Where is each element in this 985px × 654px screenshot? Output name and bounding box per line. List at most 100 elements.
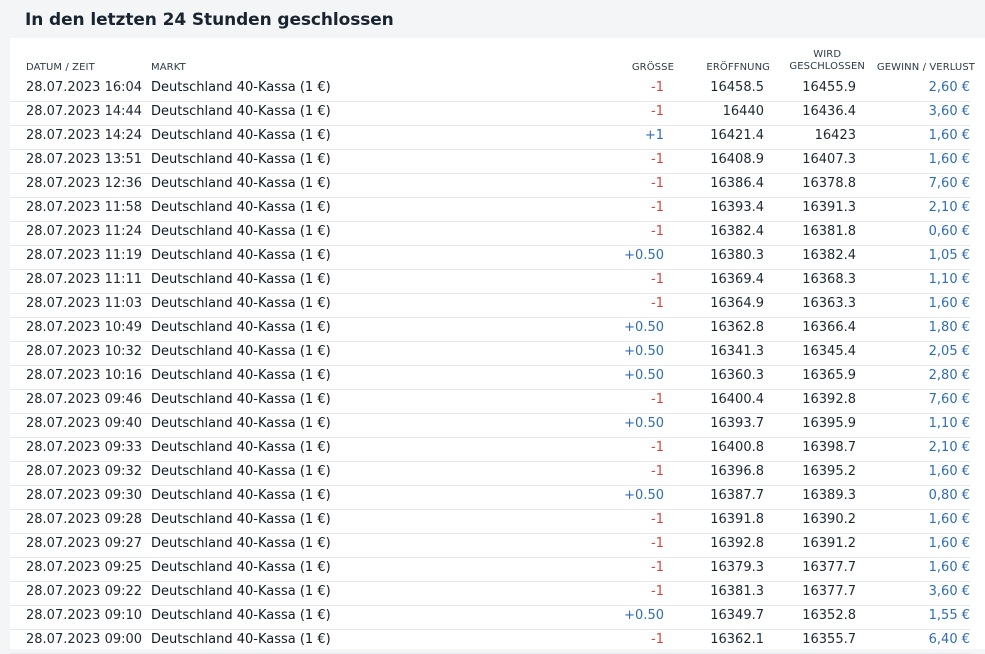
table-row[interactable]: 28.07.2023 09:22 Deutschland 40-Kassa (1 … <box>10 581 970 606</box>
cell-size: -1 <box>651 296 664 311</box>
column-header-date[interactable]: DATUM / ZEIT <box>26 62 95 74</box>
cell-open: 16349.7 <box>710 608 764 623</box>
table-row[interactable]: 28.07.2023 11:11 Deutschland 40-Kassa (1 … <box>10 269 970 294</box>
cell-market: Deutschland 40-Kassa (1 €) <box>151 416 331 431</box>
table-row[interactable]: 28.07.2023 09:46 Deutschland 40-Kassa (1 … <box>10 389 970 414</box>
table-row[interactable]: 28.07.2023 11:58 Deutschland 40-Kassa (1 … <box>10 197 970 222</box>
table-row[interactable]: 28.07.2023 09:00 Deutschland 40-Kassa (1 … <box>10 629 970 654</box>
cell-profit-loss: 1,60 € <box>928 152 970 167</box>
cell-profit-loss: 1,55 € <box>928 608 970 623</box>
table-row[interactable]: 28.07.2023 09:10 Deutschland 40-Kassa (1 … <box>10 605 970 630</box>
cell-open: 16386.4 <box>710 176 764 191</box>
cell-profit-loss: 1,10 € <box>928 272 970 287</box>
cell-profit-loss: 3,60 € <box>928 104 970 119</box>
cell-profit-loss: 2,10 € <box>928 200 970 215</box>
cell-close: 16366.4 <box>802 320 856 335</box>
cell-open: 16408.9 <box>710 152 764 167</box>
column-header-profit-loss[interactable]: GEWINN / VERLUST <box>877 62 975 74</box>
cell-size: -1 <box>651 176 664 191</box>
cell-open: 16362.1 <box>710 632 764 647</box>
cell-market: Deutschland 40-Kassa (1 €) <box>151 584 331 599</box>
cell-market: Deutschland 40-Kassa (1 €) <box>151 128 331 143</box>
column-header-open[interactable]: ERÖFFNUNG <box>706 62 770 74</box>
cell-date: 28.07.2023 11:58 <box>26 200 143 215</box>
table-row[interactable]: 28.07.2023 09:30 Deutschland 40-Kassa (1 … <box>10 485 970 510</box>
cell-close: 16368.3 <box>802 272 856 287</box>
cell-size: -1 <box>651 440 664 455</box>
cell-close: 16395.9 <box>802 416 856 431</box>
cell-open: 16421.4 <box>710 128 764 143</box>
cell-date: 28.07.2023 09:46 <box>26 392 143 407</box>
cell-size: -1 <box>651 152 664 167</box>
cell-market: Deutschland 40-Kassa (1 €) <box>151 320 331 335</box>
cell-profit-loss: 7,60 € <box>928 176 970 191</box>
cell-profit-loss: 7,60 € <box>928 392 970 407</box>
table-row[interactable]: 28.07.2023 14:24 Deutschland 40-Kassa (1 … <box>10 125 970 150</box>
cell-open: 16393.4 <box>710 200 764 215</box>
column-header-market[interactable]: MARKT <box>151 62 186 74</box>
cell-profit-loss: 1,60 € <box>928 536 970 551</box>
table-row[interactable]: 28.07.2023 11:19 Deutschland 40-Kassa (1 … <box>10 245 970 270</box>
cell-close: 16398.7 <box>802 440 856 455</box>
cell-profit-loss: 2,80 € <box>928 368 970 383</box>
cell-size: -1 <box>651 272 664 287</box>
section-header: In den letzten 24 Stunden geschlossen <box>0 0 985 38</box>
cell-size: +0.50 <box>624 344 664 359</box>
cell-open: 16400.4 <box>710 392 764 407</box>
cell-profit-loss: 2,05 € <box>928 344 970 359</box>
cell-profit-loss: 1,60 € <box>928 296 970 311</box>
cell-market: Deutschland 40-Kassa (1 €) <box>151 440 331 455</box>
table-row[interactable]: 28.07.2023 09:32 Deutschland 40-Kassa (1 … <box>10 461 970 486</box>
cell-size: -1 <box>651 512 664 527</box>
cell-close: 16389.3 <box>802 488 856 503</box>
table-row[interactable]: 28.07.2023 09:25 Deutschland 40-Kassa (1 … <box>10 557 970 582</box>
cell-open: 16341.3 <box>710 344 764 359</box>
cell-open: 16381.3 <box>710 584 764 599</box>
cell-open: 16379.3 <box>710 560 764 575</box>
cell-profit-loss: 2,60 € <box>928 80 970 95</box>
cell-close: 16436.4 <box>802 104 856 119</box>
cell-market: Deutschland 40-Kassa (1 €) <box>151 560 331 575</box>
cell-profit-loss: 1,60 € <box>928 128 970 143</box>
cell-profit-loss: 2,10 € <box>928 440 970 455</box>
cell-date: 28.07.2023 11:03 <box>26 296 143 311</box>
cell-market: Deutschland 40-Kassa (1 €) <box>151 80 331 95</box>
cell-market: Deutschland 40-Kassa (1 €) <box>151 392 331 407</box>
table-row[interactable]: 28.07.2023 10:32 Deutschland 40-Kassa (1 … <box>10 341 970 366</box>
table-row[interactable]: 28.07.2023 09:27 Deutschland 40-Kassa (1 … <box>10 533 970 558</box>
cell-size: -1 <box>651 80 664 95</box>
table-row[interactable]: 28.07.2023 10:49 Deutschland 40-Kassa (1 … <box>10 317 970 342</box>
column-header-close[interactable]: WIRD GESCHLOSSEN <box>789 49 865 73</box>
table-row[interactable]: 28.07.2023 09:33 Deutschland 40-Kassa (1 … <box>10 437 970 462</box>
cell-profit-loss: 1,05 € <box>928 248 970 263</box>
column-header-size[interactable]: GRÖSSE <box>632 62 674 74</box>
table-row[interactable]: 28.07.2023 11:03 Deutschland 40-Kassa (1 … <box>10 293 970 318</box>
table-row[interactable]: 28.07.2023 13:51 Deutschland 40-Kassa (1 … <box>10 149 970 174</box>
cell-open: 16387.7 <box>710 488 764 503</box>
cell-profit-loss: 6,40 € <box>928 632 970 647</box>
table-row[interactable]: 28.07.2023 11:24 Deutschland 40-Kassa (1 … <box>10 221 970 246</box>
table-row[interactable]: 28.07.2023 12:36 Deutschland 40-Kassa (1 … <box>10 173 970 198</box>
cell-open: 16458.5 <box>710 80 764 95</box>
table-row[interactable]: 28.07.2023 10:16 Deutschland 40-Kassa (1 … <box>10 365 970 390</box>
cell-market: Deutschland 40-Kassa (1 €) <box>151 608 331 623</box>
table-row[interactable]: 28.07.2023 09:40 Deutschland 40-Kassa (1 … <box>10 413 970 438</box>
cell-date: 28.07.2023 09:40 <box>26 416 143 431</box>
cell-close: 16455.9 <box>802 80 856 95</box>
cell-size: +0.50 <box>624 248 664 263</box>
cell-date: 28.07.2023 09:25 <box>26 560 143 575</box>
cell-close: 16377.7 <box>802 584 856 599</box>
cell-open: 16393.7 <box>710 416 764 431</box>
cell-market: Deutschland 40-Kassa (1 €) <box>151 464 331 479</box>
cell-open: 16392.8 <box>710 536 764 551</box>
cell-date: 28.07.2023 09:28 <box>26 512 143 527</box>
table-row[interactable]: 28.07.2023 16:04 Deutschland 40-Kassa (1 … <box>10 77 970 102</box>
table-row[interactable]: 28.07.2023 09:28 Deutschland 40-Kassa (1 … <box>10 509 970 534</box>
table-row[interactable]: 28.07.2023 14:44 Deutschland 40-Kassa (1 … <box>10 101 970 126</box>
cell-close: 16381.8 <box>802 224 856 239</box>
cell-close: 16352.8 <box>802 608 856 623</box>
cell-date: 28.07.2023 14:44 <box>26 104 143 119</box>
cell-open: 16382.4 <box>710 224 764 239</box>
cell-size: -1 <box>651 464 664 479</box>
cell-market: Deutschland 40-Kassa (1 €) <box>151 512 331 527</box>
